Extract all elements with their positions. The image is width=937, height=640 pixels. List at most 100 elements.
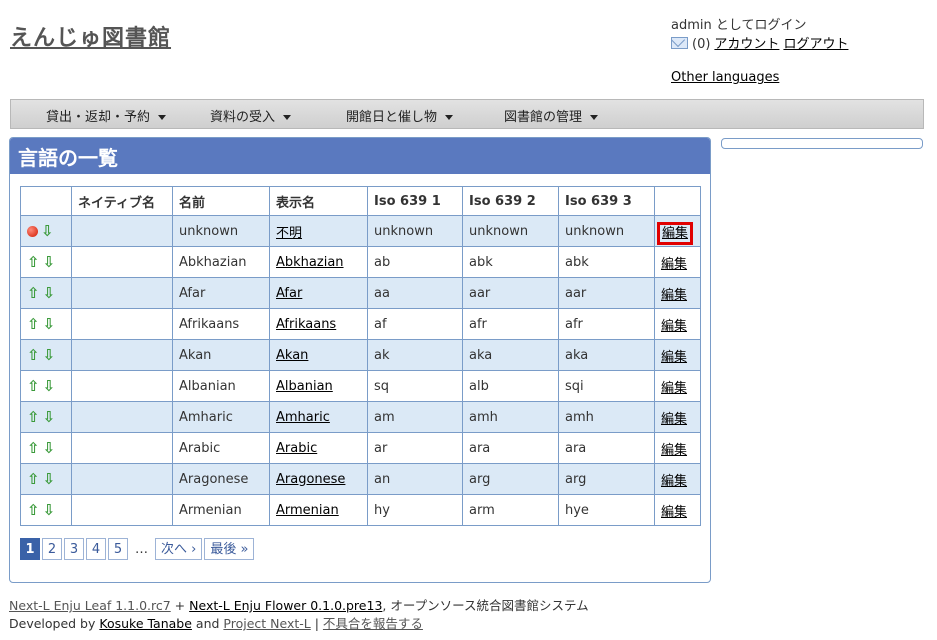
page-3[interactable]: 3 <box>64 538 84 560</box>
col-header-iso2: Iso 639 2 <box>462 186 559 216</box>
logout-link[interactable]: ログアウト <box>783 35 848 54</box>
move-up-icon[interactable]: ⇧ <box>27 346 40 364</box>
page-1[interactable]: 1 <box>20 538 40 560</box>
move-up-icon[interactable]: ⇧ <box>27 439 40 457</box>
display-name: Abkhazian <box>269 246 368 278</box>
name-cell: Aragonese <box>172 463 270 495</box>
iso-639-3-cell: amh <box>558 401 655 433</box>
display-name-link[interactable]: Abkhazian <box>276 255 344 270</box>
move-up-icon[interactable]: ⇧ <box>27 501 40 519</box>
menu-circulation[interactable]: 貸出・返却・予約 <box>46 106 167 125</box>
page-4[interactable]: 4 <box>86 538 106 560</box>
table-row: ⇧ ⇩ Abkhazian Abkhazian ab abk abk 編集 <box>20 246 701 278</box>
move-up-icon[interactable]: ⇧ <box>27 377 40 395</box>
display-name-link[interactable]: Amharic <box>276 410 330 425</box>
display-name: Albanian <box>269 370 368 402</box>
last-page-button[interactable]: 最後 » <box>204 538 255 560</box>
name-cell: Amharic <box>172 401 270 433</box>
page-5[interactable]: 5 <box>108 538 128 560</box>
edit-link[interactable]: 編集 <box>661 288 687 303</box>
enju-flower-link[interactable]: Next-L Enju Flower 0.1.0.pre13 <box>189 598 382 613</box>
author-link[interactable]: Kosuke Tanabe <box>99 616 192 631</box>
mail-icon[interactable] <box>671 36 688 49</box>
caret-down-icon <box>158 115 167 120</box>
order-icons: ⇧ ⇩ <box>27 470 65 488</box>
move-up-icon[interactable]: ⇧ <box>27 470 40 488</box>
order-cell: ⇧ ⇩ <box>20 463 72 495</box>
move-down-icon[interactable]: ⇩ <box>43 408 56 426</box>
order-icons: ⇧ ⇩ <box>27 284 65 302</box>
menu-events[interactable]: 開館日と催し物 <box>346 106 454 125</box>
display-name-link[interactable]: Afar <box>276 286 302 301</box>
col-header-iso1: Iso 639 1 <box>367 186 463 216</box>
edit-link[interactable]: 編集 <box>661 443 687 458</box>
caret-down-icon <box>445 115 454 120</box>
move-up-icon[interactable]: ⇧ <box>27 408 40 426</box>
edit-link[interactable]: 編集 <box>661 505 687 520</box>
footer-tagline: , オープンソース統合図書館システム <box>382 598 589 613</box>
move-down-icon[interactable]: ⇩ <box>43 470 56 488</box>
move-down-icon[interactable]: ⇩ <box>43 253 56 271</box>
order-cell: ⇧ ⇩ <box>20 277 72 309</box>
table-row: ⇩ unknown 不明 unknown unknown unknown 編集 <box>20 215 701 247</box>
edit-link[interactable]: 編集 <box>661 381 687 396</box>
actions-cell: 編集 <box>654 401 701 433</box>
display-name-link[interactable]: Albanian <box>276 379 333 394</box>
move-up-icon[interactable]: ⇧ <box>27 284 40 302</box>
move-down-icon[interactable]: ⇩ <box>41 222 54 240</box>
edit-link[interactable]: 編集 <box>661 350 687 365</box>
name-cell: Albanian <box>172 370 270 402</box>
page-2[interactable]: 2 <box>42 538 62 560</box>
edit-link[interactable]: 編集 <box>656 221 694 245</box>
display-name-link[interactable]: Afrikaans <box>276 317 336 332</box>
account-link[interactable]: アカウント <box>714 35 779 54</box>
native-name-cell <box>71 401 173 433</box>
edit-link[interactable]: 編集 <box>661 412 687 427</box>
actions-cell: 編集 <box>654 215 701 247</box>
order-icons: ⇧ ⇩ <box>27 439 65 457</box>
menu-library-admin[interactable]: 図書館の管理 <box>504 106 599 125</box>
move-down-icon[interactable]: ⇩ <box>43 439 56 457</box>
footer-separator: | <box>310 616 323 631</box>
iso-639-3-cell: afr <box>558 308 655 340</box>
order-cell: ⇧ ⇩ <box>20 432 72 464</box>
move-down-icon[interactable]: ⇩ <box>43 315 56 333</box>
display-name-link[interactable]: 不明 <box>276 226 302 241</box>
move-down-icon[interactable]: ⇩ <box>43 284 56 302</box>
edit-link[interactable]: 編集 <box>661 257 687 272</box>
display-name-link[interactable]: Armenian <box>276 503 339 518</box>
enju-leaf-link[interactable]: Next-L Enju Leaf 1.1.0.rc7 <box>9 598 171 613</box>
report-bug-link[interactable]: 不具合を報告する <box>323 616 423 631</box>
next-page-button[interactable]: 次へ › <box>155 538 203 560</box>
name-cell: Afar <box>172 277 270 309</box>
display-name: Amharic <box>269 401 368 433</box>
developed-by-text: Developed by <box>9 616 100 631</box>
content-panel: 言語の一覧 ネイティブ名 名前 表示名 Iso 639 1 Iso 639 2 … <box>9 137 711 583</box>
menu-label: 図書館の管理 <box>504 110 583 125</box>
edit-link[interactable]: 編集 <box>661 319 687 334</box>
iso-639-3-cell: arg <box>558 463 655 495</box>
login-status: admin としてログイン <box>671 18 807 33</box>
message-count: (0) <box>692 37 711 52</box>
edit-link[interactable]: 編集 <box>661 474 687 489</box>
move-down-icon[interactable]: ⇩ <box>43 346 56 364</box>
project-link[interactable]: Project Next-L <box>223 616 310 631</box>
move-down-icon[interactable]: ⇩ <box>43 377 56 395</box>
display-name: Afrikaans <box>269 308 368 340</box>
pagination: 1 2 3 4 5 … 次へ › 最後 » <box>20 538 255 560</box>
display-name-link[interactable]: Arabic <box>276 441 317 456</box>
iso-639-3-cell: sqi <box>558 370 655 402</box>
move-down-icon[interactable]: ⇩ <box>43 501 56 519</box>
other-languages-link[interactable]: Other languages <box>671 70 779 85</box>
actions-cell: 編集 <box>654 308 701 340</box>
iso-639-2-cell: aar <box>462 277 559 309</box>
move-up-icon[interactable]: ⇧ <box>27 315 40 333</box>
move-up-icon[interactable]: ⇧ <box>27 253 40 271</box>
order-icons: ⇧ ⇩ <box>27 315 65 333</box>
footer: Next-L Enju Leaf 1.1.0.rc7 + Next-L Enju… <box>9 597 589 633</box>
site-title[interactable]: えんじゅ図書館 <box>10 20 171 52</box>
menu-acquisition[interactable]: 資料の受入 <box>210 106 292 125</box>
iso-639-2-cell: arm <box>462 494 559 526</box>
display-name-link[interactable]: Akan <box>276 348 308 363</box>
display-name-link[interactable]: Aragonese <box>276 472 345 487</box>
